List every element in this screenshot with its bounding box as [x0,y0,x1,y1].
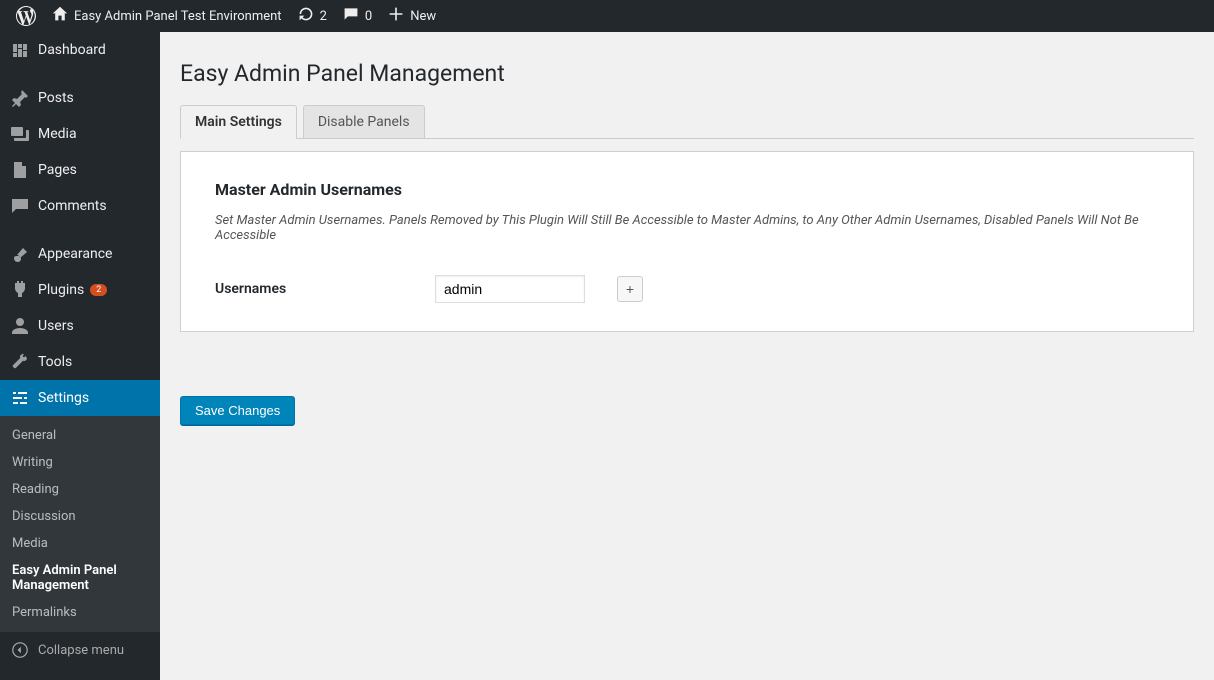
collapse-icon [10,640,30,660]
page-title: Easy Admin Panel Management [180,60,1194,87]
dashboard-icon [10,40,30,60]
wp-logo[interactable] [8,0,44,32]
sidebar-item-users[interactable]: Users [0,308,160,344]
brush-icon [10,244,30,264]
settings-submenu: General Writing Reading Discussion Media… [0,416,160,632]
wrench-icon [10,352,30,372]
tabs: Main Settings Disable Panels [180,105,1194,139]
user-icon [10,316,30,336]
sidebar-item-posts[interactable]: Posts [0,80,160,116]
admin-topbar: Easy Admin Panel Test Environment 2 0 Ne… [0,0,1214,32]
panel-heading: Master Admin Usernames [215,180,1159,199]
settings-panel: Master Admin Usernames Set Master Admin … [180,151,1194,332]
sidebar-item-label: Media [38,126,77,142]
usernames-label: Usernames [215,281,435,297]
submenu-eapm[interactable]: Easy Admin Panel Management [0,557,160,599]
sidebar-item-label: Settings [38,390,89,406]
comments-icon [10,196,30,216]
sidebar-item-settings[interactable]: Settings [0,380,160,416]
comment-icon [343,6,359,26]
tab-main-settings[interactable]: Main Settings [180,105,297,139]
admin-sidebar: Dashboard Posts Media Pages Comments [0,32,160,680]
save-changes-button[interactable]: Save Changes [180,396,295,425]
submenu-discussion[interactable]: Discussion [0,503,160,530]
home-icon [52,6,68,26]
collapse-label: Collapse menu [38,643,124,658]
sidebar-item-label: Posts [38,90,74,106]
sidebar-item-label: Pages [38,162,77,178]
add-username-button[interactable]: + [617,276,643,302]
sidebar-item-comments[interactable]: Comments [0,188,160,224]
sliders-icon [10,388,30,408]
refresh-icon [298,6,314,26]
topbar-new-label: New [410,9,436,24]
topbar-site-link[interactable]: Easy Admin Panel Test Environment [44,0,290,32]
sidebar-item-label: Comments [38,198,107,214]
usernames-row: Usernames + [215,275,1159,303]
sidebar-item-label: Dashboard [38,42,106,58]
topbar-updates[interactable]: 2 [290,0,335,32]
sidebar-item-tools[interactable]: Tools [0,344,160,380]
topbar-new[interactable]: New [380,0,444,32]
topbar-updates-count: 2 [320,9,327,24]
submenu-reading[interactable]: Reading [0,476,160,503]
sidebar-item-media[interactable]: Media [0,116,160,152]
sidebar-item-label: Users [38,318,74,334]
sidebar-item-pages[interactable]: Pages [0,152,160,188]
sidebar-item-appearance[interactable]: Appearance [0,236,160,272]
page-icon [10,160,30,180]
submenu-media[interactable]: Media [0,530,160,557]
sidebar-item-label: Tools [38,354,72,370]
sidebar-item-label: Plugins [38,282,84,298]
topbar-site-name: Easy Admin Panel Test Environment [74,9,282,24]
topbar-comments[interactable]: 0 [335,0,380,32]
collapse-menu[interactable]: Collapse menu [0,632,160,668]
main-content: Easy Admin Panel Management Main Setting… [160,32,1214,680]
pin-icon [10,88,30,108]
topbar-comments-count: 0 [365,9,372,24]
submenu-permalinks[interactable]: Permalinks [0,599,160,626]
tab-disable-panels[interactable]: Disable Panels [303,105,425,139]
username-input[interactable] [435,275,585,303]
sidebar-item-plugins[interactable]: Plugins 2 [0,272,160,308]
plugins-badge: 2 [90,284,107,296]
panel-description: Set Master Admin Usernames. Panels Remov… [215,213,1159,243]
plug-icon [10,280,30,300]
plus-icon [388,6,404,26]
media-icon [10,124,30,144]
sidebar-item-label: Appearance [38,246,112,262]
sidebar-item-dashboard[interactable]: Dashboard [0,32,160,68]
submenu-writing[interactable]: Writing [0,449,160,476]
submenu-general[interactable]: General [0,422,160,449]
